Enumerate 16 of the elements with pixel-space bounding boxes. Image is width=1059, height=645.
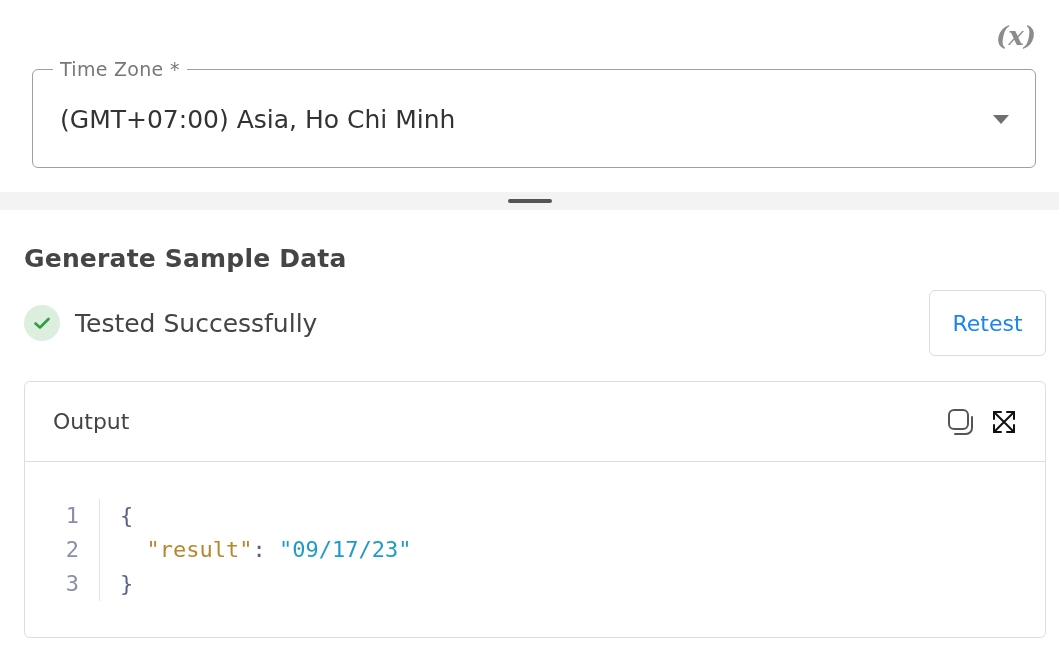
code-line: "result": "09/17/23" <box>146 537 412 562</box>
retest-button[interactable]: Retest <box>929 290 1046 356</box>
insert-variable-button[interactable]: (x) <box>995 18 1036 54</box>
resize-handle[interactable] <box>507 199 552 203</box>
line-number: 1 <box>65 502 79 530</box>
caret-icon <box>993 115 1009 124</box>
line-number: 2 <box>65 536 79 564</box>
copy-icon[interactable] <box>948 408 974 435</box>
success-check-icon <box>24 305 60 341</box>
section-title: Generate Sample Data <box>24 243 347 275</box>
expand-icon[interactable] <box>992 409 1016 434</box>
code-line: { <box>120 503 134 528</box>
status-text: Tested Successfully <box>75 308 318 338</box>
line-number: 3 <box>65 570 79 598</box>
panel-title: Output <box>53 409 130 434</box>
code-line: } <box>120 571 134 596</box>
